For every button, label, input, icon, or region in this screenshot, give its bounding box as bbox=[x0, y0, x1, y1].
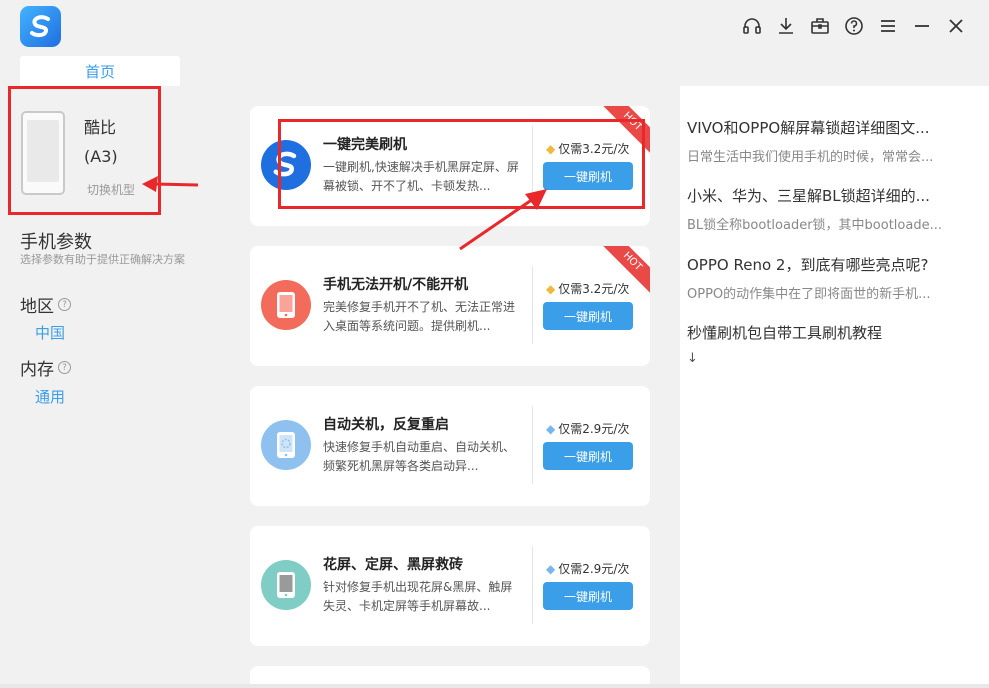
toolbox-icon[interactable] bbox=[809, 14, 831, 38]
service-card[interactable]: 手机无法开机/不能开机 完美修复手机开不了机、无法正常进入桌面等系统问题。提供刷… bbox=[250, 246, 650, 366]
service-card[interactable]: 花屏、定屏、黑屏救砖 针对修复手机出现花屏&黑屏、触屏失灵、卡机定屏等手机屏幕故… bbox=[250, 526, 650, 646]
annotation-arrow-icon bbox=[459, 189, 547, 251]
card-title: 自动关机，反复重启 bbox=[323, 417, 449, 433]
sidebar: 酷比 (A3) 切换机型 手机参数 选择参数有助于提供正确解决方案 地区 ? 中… bbox=[0, 86, 222, 686]
card-desc: 针对修复手机出现花屏&黑屏、触屏失灵、卡机定屏等手机屏幕故... bbox=[323, 580, 513, 613]
article-title[interactable]: OPPO Reno 2，到底有哪些亮点呢? bbox=[687, 254, 977, 275]
switch-model-link[interactable]: 切换机型 bbox=[87, 181, 135, 198]
card-title: 手机无法开机/不能开机 bbox=[323, 277, 469, 293]
article-title[interactable]: 小米、华为、三星解BL锁超详细的... bbox=[687, 185, 977, 206]
bottom-strip bbox=[0, 684, 989, 688]
article-item[interactable]: OPPO Reno 2，到底有哪些亮点呢? OPPO的动作集中在了即将面世的新手… bbox=[687, 254, 977, 302]
silver-diamond-icon: ◆ bbox=[546, 421, 556, 436]
divider bbox=[532, 546, 533, 624]
article-summary: BL锁全称bootloader锁，其中bootloade... bbox=[687, 218, 942, 233]
app-logo bbox=[20, 6, 61, 47]
phone-image bbox=[21, 111, 65, 195]
region-value[interactable]: 中国 bbox=[35, 322, 65, 343]
tab-home[interactable]: 首页 bbox=[20, 56, 180, 86]
flash-button[interactable]: 一键刷机 bbox=[543, 582, 633, 610]
annotation-arrow-icon bbox=[142, 176, 199, 192]
memory-help-icon[interactable]: ? bbox=[58, 361, 71, 374]
region-label: 地区 ? bbox=[20, 292, 71, 317]
params-subtitle: 选择参数有助于提供正确解决方案 bbox=[20, 253, 185, 266]
close-icon[interactable] bbox=[945, 14, 967, 38]
help-icon[interactable] bbox=[843, 14, 865, 38]
article-title[interactable]: 秒懂刷机包自带工具刷机教程 bbox=[687, 322, 977, 343]
price-label: ◆ 仅需2.9元/次 bbox=[546, 420, 629, 437]
phone-icon bbox=[261, 280, 311, 330]
service-card[interactable]: 自动关机，反复重启 快速修复手机自动重启、自动关机、频繁死机黑屏等各类启动异..… bbox=[250, 386, 650, 506]
price-text: 仅需2.9元/次 bbox=[558, 422, 630, 436]
divider bbox=[532, 266, 533, 344]
article-title[interactable]: VIVO和OPPO解屏幕锁超详细图文... bbox=[687, 117, 977, 138]
article-item[interactable]: 小米、华为、三星解BL锁超详细的... BL锁全称bootloader锁，其中b… bbox=[687, 185, 977, 233]
memory-label: 内存 ? bbox=[20, 355, 71, 380]
article-summary: ↓ bbox=[687, 351, 698, 366]
article-list: VIVO和OPPO解屏幕锁超详细图文... 日常生活中我们使用手机的时候，常常会… bbox=[680, 86, 989, 686]
article-item[interactable]: 秒懂刷机包自带工具刷机教程 ↓ bbox=[687, 322, 977, 366]
device-panel: 酷比 (A3) 切换机型 bbox=[8, 86, 161, 215]
memory-value[interactable]: 通用 bbox=[35, 386, 65, 407]
price-label: ◆ 仅需3.2元/次 bbox=[546, 280, 629, 297]
price-text: 仅需2.9元/次 bbox=[558, 562, 630, 576]
headset-icon[interactable] bbox=[741, 14, 763, 38]
minimize-icon[interactable] bbox=[911, 14, 933, 38]
device-name: 酷比 bbox=[84, 118, 117, 137]
title-bar: 首页 bbox=[0, 0, 989, 86]
article-summary: OPPO的动作集中在了即将面世的新手机... bbox=[687, 287, 931, 302]
restart-phone-icon bbox=[261, 420, 311, 470]
price-text: 仅需3.2元/次 bbox=[558, 282, 630, 296]
article-item[interactable]: VIVO和OPPO解屏幕锁超详细图文... 日常生活中我们使用手机的时候，常常会… bbox=[687, 117, 977, 165]
region-help-icon[interactable]: ? bbox=[58, 298, 71, 311]
memory-label-text: 内存 bbox=[20, 360, 54, 380]
card-desc: 快速修复手机自动重启、自动关机、频繁死机黑屏等各类启动异... bbox=[323, 440, 516, 473]
logo-s-icon bbox=[29, 14, 50, 37]
card-desc: 完美修复手机开不了机、无法正常进入桌面等系统问题。提供刷机... bbox=[323, 300, 516, 333]
screen-phone-icon bbox=[261, 560, 311, 610]
card-title: 花屏、定屏、黑屏救砖 bbox=[323, 557, 463, 573]
download-icon[interactable] bbox=[775, 14, 797, 38]
region-label-text: 地区 bbox=[20, 297, 54, 317]
menu-icon[interactable] bbox=[877, 14, 899, 38]
article-summary: 日常生活中我们使用手机的时候，常常会... bbox=[687, 150, 934, 165]
silver-diamond-icon: ◆ bbox=[546, 561, 556, 576]
device-model: (A3) bbox=[84, 147, 118, 166]
price-label: ◆ 仅需2.9元/次 bbox=[546, 560, 629, 577]
flash-button[interactable]: 一键刷机 bbox=[543, 302, 633, 330]
flash-button[interactable]: 一键刷机 bbox=[543, 442, 633, 470]
divider bbox=[532, 406, 533, 484]
gold-diamond-icon: ◆ bbox=[546, 281, 556, 296]
